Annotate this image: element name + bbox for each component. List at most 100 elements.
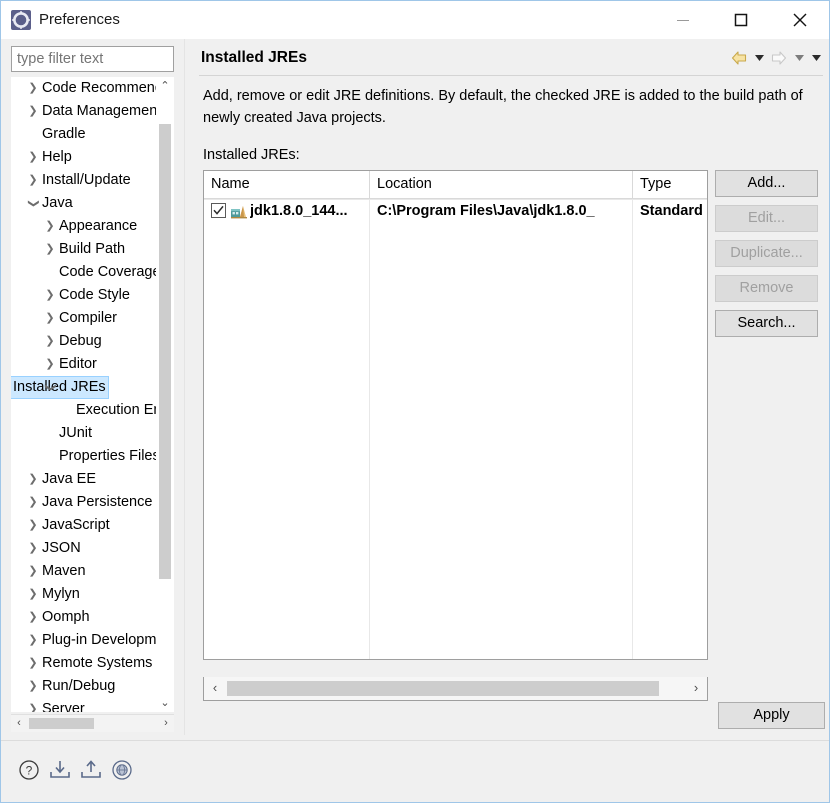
sidebar-item-json[interactable]: ❯ JSON: [11, 537, 174, 560]
page-title: Installed JREs: [201, 49, 307, 66]
installed-jres-table[interactable]: Name Location Type jdk1.8.0_144... C:\Pr…: [203, 170, 708, 660]
sidebar-item-label: Mylyn: [42, 586, 80, 602]
sidebar-item-label: JSON: [42, 540, 81, 556]
apply-button[interactable]: Apply: [718, 702, 825, 729]
column-header-name[interactable]: Name: [204, 171, 369, 198]
chevron-right-icon[interactable]: ❯: [43, 353, 57, 376]
tree-vertical-scrollbar[interactable]: ⌃ ⌄: [156, 77, 174, 712]
sidebar-item-label: Server: [42, 701, 85, 712]
preferences-tree[interactable]: ❯ Code Recommenders ❯ Data Management Gradle…: [11, 77, 174, 712]
sidebar-item-label: Compiler: [59, 310, 118, 326]
close-button[interactable]: [777, 1, 823, 38]
scroll-down-icon[interactable]: ⌄: [156, 694, 174, 712]
sidebar-item-plug-in-development[interactable]: ❯ Plug-in Development: [11, 629, 174, 652]
scroll-right-icon[interactable]: ›: [158, 715, 174, 732]
table-grid: [204, 199, 707, 659]
column-divider[interactable]: [632, 171, 633, 198]
chevron-right-icon[interactable]: ❯: [43, 284, 57, 307]
add-button[interactable]: Add...: [715, 170, 818, 197]
chevron-right-icon[interactable]: ❯: [26, 606, 40, 629]
chevron-right-icon[interactable]: ❯: [26, 77, 40, 100]
table-scroll-right-icon[interactable]: ›: [686, 677, 706, 699]
sidebar-item-remote-systems[interactable]: ❯ Remote Systems: [11, 652, 174, 675]
sidebar-item-compiler[interactable]: ❯ Compiler: [11, 307, 174, 330]
sidebar-item-properties-files-editor[interactable]: Properties Files Editor: [11, 445, 174, 468]
sidebar-item-gradle[interactable]: Gradle: [11, 123, 174, 146]
back-arrow-icon[interactable]: [729, 49, 749, 67]
chevron-right-icon[interactable]: ❯: [26, 698, 40, 712]
column-header-type[interactable]: Type: [633, 171, 707, 198]
sidebar-item-junit[interactable]: JUnit: [11, 422, 174, 445]
sidebar-item-install-update[interactable]: ❯ Install/Update: [11, 169, 174, 192]
chevron-right-icon[interactable]: ❯: [26, 100, 40, 123]
chevron-right-icon[interactable]: ❯: [26, 675, 40, 698]
duplicate-button: Duplicate...: [715, 240, 818, 267]
chevron-right-icon[interactable]: ❯: [26, 629, 40, 652]
sidebar-item-installed-jres[interactable]: ❯ Installed JREs: [11, 376, 174, 399]
sidebar-item-help[interactable]: ❯ Help: [11, 146, 174, 169]
sidebar-item-label: Gradle: [42, 126, 86, 142]
title-divider: [199, 75, 823, 76]
sidebar-item-label: Java EE: [42, 471, 96, 487]
filter-input[interactable]: [11, 46, 174, 72]
maximize-button[interactable]: [718, 1, 764, 38]
sidebar-item-code-coverage[interactable]: Code Coverage: [11, 261, 174, 284]
chevron-right-icon[interactable]: ❯: [26, 514, 40, 537]
sidebar-item-server[interactable]: ❯ Server: [11, 698, 174, 712]
scroll-left-icon[interactable]: ‹: [11, 715, 27, 732]
sidebar-item-execution-environments[interactable]: Execution Environments: [11, 399, 174, 422]
view-menu-chevron-down-icon[interactable]: [809, 49, 823, 67]
back-menu-chevron-down-icon[interactable]: [752, 49, 766, 67]
sidebar-item-debug[interactable]: ❯ Debug: [11, 330, 174, 353]
scroll-up-icon[interactable]: ⌃: [156, 77, 174, 95]
table-hscroll-thumb[interactable]: [227, 681, 659, 696]
sidebar-item-mylyn[interactable]: ❯ Mylyn: [11, 583, 174, 606]
help-icon[interactable]: ?: [15, 756, 43, 784]
sidebar-item-code-recommenders[interactable]: ❯ Code Recommenders: [11, 77, 174, 100]
sidebar-item-java[interactable]: ❯ Java: [11, 192, 174, 215]
chevron-right-icon[interactable]: ❯: [43, 307, 57, 330]
chevron-right-icon[interactable]: ❯: [26, 583, 40, 606]
sidebar-item-data-management[interactable]: ❯ Data Management: [11, 100, 174, 123]
minimize-button[interactable]: [660, 1, 706, 38]
column-header-location[interactable]: Location: [370, 171, 632, 198]
sidebar-item-java-persistence[interactable]: ❯ Java Persistence: [11, 491, 174, 514]
table-scroll-left-icon[interactable]: ‹: [205, 677, 225, 699]
sidebar-item-build-path[interactable]: ❯ Build Path: [11, 238, 174, 261]
sidebar-item-java-ee[interactable]: ❯ Java EE: [11, 468, 174, 491]
chevron-down-icon[interactable]: ❯: [39, 381, 62, 395]
chevron-right-icon[interactable]: ❯: [26, 560, 40, 583]
edit-button: Edit...: [715, 205, 818, 232]
preferences-gear-icon: [11, 10, 31, 30]
sidebar-item-javascript[interactable]: ❯ JavaScript: [11, 514, 174, 537]
export-icon[interactable]: [77, 756, 105, 784]
sidebar-item-editor[interactable]: ❯ Editor: [11, 353, 174, 376]
sidebar-item-label: JavaScript: [42, 517, 110, 533]
sidebar-item-appearance[interactable]: ❯ Appearance: [11, 215, 174, 238]
chevron-right-icon[interactable]: ❯: [26, 652, 40, 675]
settings-page: Installed JREs Add, remove or edit JRE d…: [191, 43, 825, 733]
sidebar-item-maven[interactable]: ❯ Maven: [11, 560, 174, 583]
chevron-right-icon[interactable]: ❯: [43, 330, 57, 353]
oomph-record-icon[interactable]: [108, 756, 136, 784]
chevron-right-icon[interactable]: ❯: [43, 238, 57, 261]
chevron-right-icon[interactable]: ❯: [26, 146, 40, 169]
search-button[interactable]: Search...: [715, 310, 818, 337]
sidebar-item-oomph[interactable]: ❯ Oomph: [11, 606, 174, 629]
chevron-right-icon[interactable]: ❯: [26, 537, 40, 560]
chevron-right-icon[interactable]: ❯: [26, 169, 40, 192]
tree-vscroll-thumb[interactable]: [159, 124, 171, 579]
import-icon[interactable]: [46, 756, 74, 784]
tree-hscroll-thumb[interactable]: [29, 718, 94, 729]
chevron-right-icon[interactable]: ❯: [26, 468, 40, 491]
chevron-right-icon[interactable]: ❯: [43, 215, 57, 238]
sidebar-item-label: Install/Update: [42, 172, 131, 188]
table-horizontal-scrollbar[interactable]: ‹ ›: [203, 677, 708, 701]
tree-horizontal-scrollbar[interactable]: ‹ ›: [11, 714, 174, 732]
forward-menu-chevron-down-icon[interactable]: [792, 49, 806, 67]
chevron-down-icon[interactable]: ❯: [22, 197, 45, 211]
sidebar-item-run-debug[interactable]: ❯ Run/Debug: [11, 675, 174, 698]
chevron-right-icon[interactable]: ❯: [26, 491, 40, 514]
sidebar-item-code-style[interactable]: ❯ Code Style: [11, 284, 174, 307]
column-divider[interactable]: [369, 171, 370, 198]
